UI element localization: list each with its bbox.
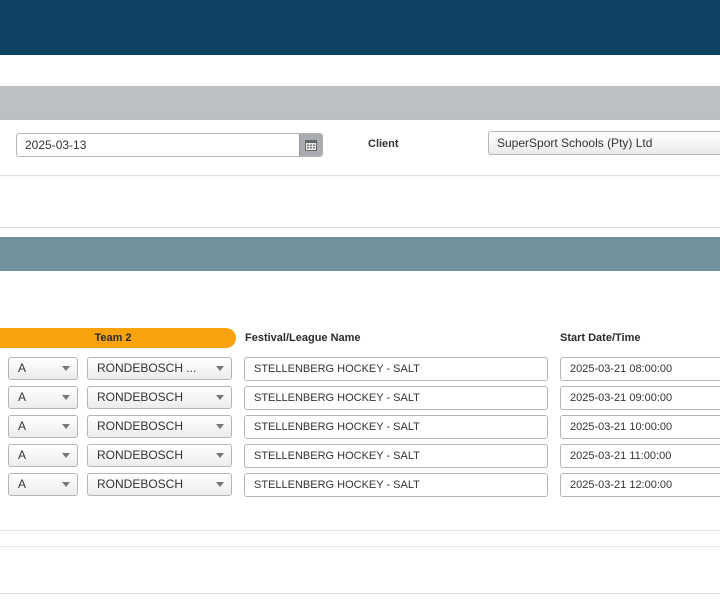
start-datetime-input[interactable]: 2025-03-21 12:00:00 [560, 473, 720, 497]
team2-select[interactable]: RONDEBOSCH [87, 415, 232, 438]
section-divider [0, 530, 720, 531]
client-label: Client [368, 138, 399, 150]
team-letter-select[interactable]: A [8, 444, 78, 467]
team2-select[interactable]: RONDEBOSCH ... [87, 357, 232, 380]
column-header-festival: Festival/League Name [245, 332, 361, 344]
start-datetime-input[interactable]: 2025-03-21 08:00:00 [560, 357, 720, 381]
calendar-icon [305, 140, 317, 151]
footer-panel [0, 546, 720, 594]
team2-value: RONDEBOSCH [97, 390, 184, 404]
date-picker [16, 133, 323, 157]
table-row: A RONDEBOSCH STELLENBERG HOCKEY - SALT 2… [0, 444, 720, 468]
table-row: A RONDEBOSCH STELLENBERG HOCKEY - SALT 2… [0, 415, 720, 439]
team-letter-value: A [18, 477, 27, 491]
team2-value: RONDEBOSCH [97, 477, 184, 491]
top-navigation-bar [0, 0, 720, 55]
team-letter-select[interactable]: A [8, 473, 78, 496]
festival-name-input[interactable]: STELLENBERG HOCKEY - SALT [244, 415, 548, 439]
section-divider [0, 227, 720, 228]
team2-value: RONDEBOSCH [97, 448, 184, 462]
date-input[interactable] [17, 134, 300, 156]
start-datetime-input[interactable]: 2025-03-21 09:00:00 [560, 386, 720, 410]
chevron-down-icon [62, 395, 70, 400]
team2-value: RONDEBOSCH ... [97, 361, 197, 375]
team2-select[interactable]: RONDEBOSCH [87, 444, 232, 467]
table-row: A RONDEBOSCH ... STELLENBERG HOCKEY - SA… [0, 357, 720, 381]
chevron-down-icon [216, 482, 224, 487]
team2-select[interactable]: RONDEBOSCH [87, 473, 232, 496]
chevron-down-icon [62, 366, 70, 371]
team-letter-select[interactable]: A [8, 415, 78, 438]
team2-value: RONDEBOSCH [97, 419, 184, 433]
team-letter-value: A [18, 390, 27, 404]
team-letter-value: A [18, 448, 27, 462]
festival-name-input[interactable]: STELLENBERG HOCKEY - SALT [244, 444, 548, 468]
start-datetime-input[interactable]: 2025-03-21 10:00:00 [560, 415, 720, 439]
chevron-down-icon [216, 366, 224, 371]
team-letter-value: A [18, 361, 27, 375]
chevron-down-icon [216, 424, 224, 429]
team-letter-select[interactable]: A [8, 357, 78, 380]
filter-section-header [0, 86, 720, 120]
calendar-button[interactable] [299, 134, 322, 156]
team-letter-value: A [18, 419, 27, 433]
start-datetime-input[interactable]: 2025-03-21 11:00:00 [560, 444, 720, 468]
table-row: A RONDEBOSCH STELLENBERG HOCKEY - SALT 2… [0, 386, 720, 410]
team2-select[interactable]: RONDEBOSCH [87, 386, 232, 409]
festival-name-input[interactable]: STELLENBERG HOCKEY - SALT [244, 473, 548, 497]
chevron-down-icon [62, 453, 70, 458]
festival-name-input[interactable]: STELLENBERG HOCKEY - SALT [244, 386, 548, 410]
client-select[interactable]: SuperSport Schools (Pty) Ltd [488, 131, 720, 155]
column-header-start-datetime: Start Date/Time [560, 332, 641, 344]
team-letter-select[interactable]: A [8, 386, 78, 409]
chevron-down-icon [62, 424, 70, 429]
fixtures-section-header [0, 237, 720, 271]
filter-panel: Client SuperSport Schools (Pty) Ltd [0, 120, 720, 176]
column-header-team2: Team 2 [0, 328, 236, 348]
chevron-down-icon [62, 482, 70, 487]
chevron-down-icon [216, 395, 224, 400]
table-row: A RONDEBOSCH STELLENBERG HOCKEY - SALT 2… [0, 473, 720, 497]
chevron-down-icon [216, 453, 224, 458]
festival-name-input[interactable]: STELLENBERG HOCKEY - SALT [244, 357, 548, 381]
